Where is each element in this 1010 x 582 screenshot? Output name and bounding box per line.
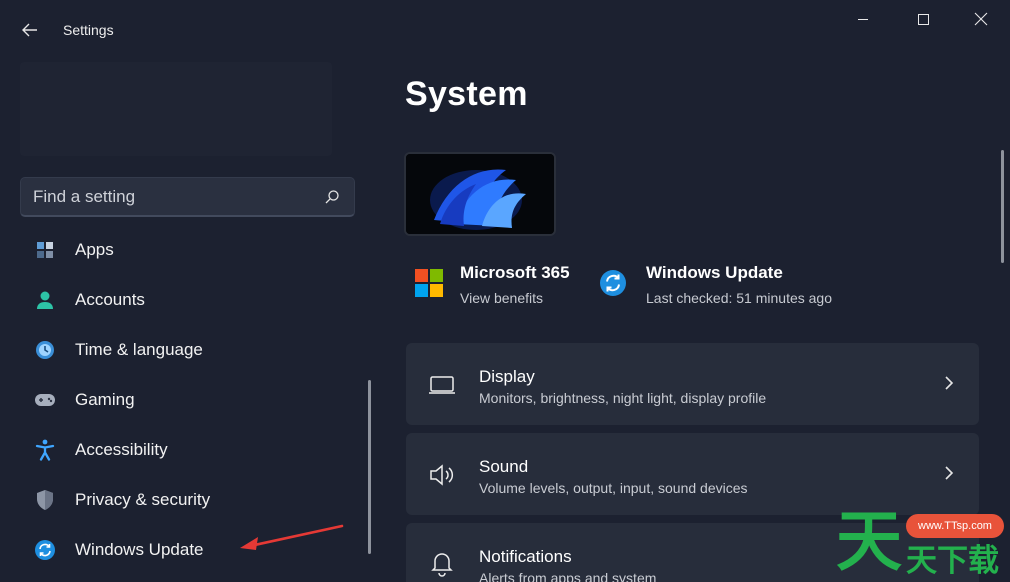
tile-subtitle: Last checked: 51 minutes ago — [646, 290, 833, 306]
bell-icon — [431, 553, 453, 577]
display-icon — [429, 376, 455, 394]
accessibility-icon — [34, 439, 56, 461]
sidebar-item-privacy-security[interactable]: Privacy & security — [20, 475, 360, 525]
settings-card-sound[interactable]: Sound Volume levels, output, input, soun… — [406, 433, 979, 515]
close-button[interactable] — [961, 8, 1001, 32]
sidebar-scrollbar[interactable] — [368, 380, 371, 554]
card-subtitle: Monitors, brightness, night light, displ… — [479, 390, 767, 406]
chevron-right-icon — [945, 466, 954, 480]
title-bar: Settings — [0, 0, 1010, 60]
apps-icon — [34, 239, 56, 261]
minimize-icon — [858, 19, 868, 20]
sidebar-item-label: Apps — [75, 240, 114, 259]
red-annotation-arrow-icon — [240, 524, 344, 550]
windows-update-icon — [34, 539, 56, 561]
card-title: Display — [479, 367, 535, 386]
account-profile[interactable] — [20, 62, 332, 156]
time-language-icon — [34, 339, 56, 361]
search-input[interactable] — [33, 178, 313, 216]
watermark: 天 天下载 www.TTsp.com — [836, 506, 1010, 582]
watermark-badge: www.TTsp.com — [906, 514, 1004, 538]
main-scrollbar[interactable] — [1001, 150, 1004, 263]
search-icon[interactable] — [324, 189, 340, 205]
sidebar-item-time-language[interactable]: Time & language — [20, 325, 360, 375]
chevron-right-icon — [945, 376, 954, 390]
card-subtitle: Volume levels, output, input, sound devi… — [479, 480, 748, 496]
speaker-icon — [430, 464, 454, 486]
card-title: Sound — [479, 457, 529, 476]
back-arrow-icon — [22, 23, 37, 37]
settings-card-display[interactable]: Display Monitors, brightness, night ligh… — [406, 343, 979, 425]
sidebar-item-gaming[interactable]: Gaming — [20, 375, 360, 425]
device-wallpaper-preview[interactable] — [404, 152, 556, 236]
shield-icon — [34, 489, 56, 511]
card-title: Notifications — [479, 547, 572, 566]
sidebar-item-label: Accounts — [75, 290, 145, 309]
sidebar-item-label: Windows Update — [75, 540, 204, 559]
sidebar-item-label: Time & language — [75, 340, 203, 359]
gaming-icon — [34, 389, 56, 411]
sidebar-item-accessibility[interactable]: Accessibility — [20, 425, 360, 475]
window-title: Settings — [63, 22, 114, 38]
accounts-icon — [34, 289, 56, 311]
tile-title: Microsoft 365 — [460, 263, 570, 282]
watermark-text: 天下载 — [906, 543, 999, 578]
maximize-icon — [918, 14, 929, 25]
watermark-big-glyph: 天 — [836, 504, 902, 578]
card-subtitle: Alerts from apps and system — [479, 570, 657, 582]
close-icon — [974, 12, 988, 26]
back-button[interactable] — [18, 20, 42, 42]
minimize-button[interactable] — [843, 8, 883, 32]
sidebar-item-accounts[interactable]: Accounts — [20, 275, 360, 325]
sidebar-item-label: Accessibility — [75, 440, 168, 459]
page-title: System — [405, 75, 528, 113]
sidebar-item-apps[interactable]: Apps — [20, 225, 360, 275]
windows-bloom-wallpaper-icon — [406, 154, 554, 234]
microsoft-logo-icon — [415, 269, 443, 297]
sidebar-item-label: Gaming — [75, 390, 135, 409]
sidebar-item-label: Privacy & security — [75, 490, 211, 509]
tile-title: Windows Update — [646, 263, 783, 282]
maximize-button[interactable] — [903, 8, 943, 32]
search-box[interactable] — [20, 177, 355, 217]
tile-subtitle: View benefits — [460, 290, 544, 306]
windows-update-icon — [600, 270, 626, 296]
